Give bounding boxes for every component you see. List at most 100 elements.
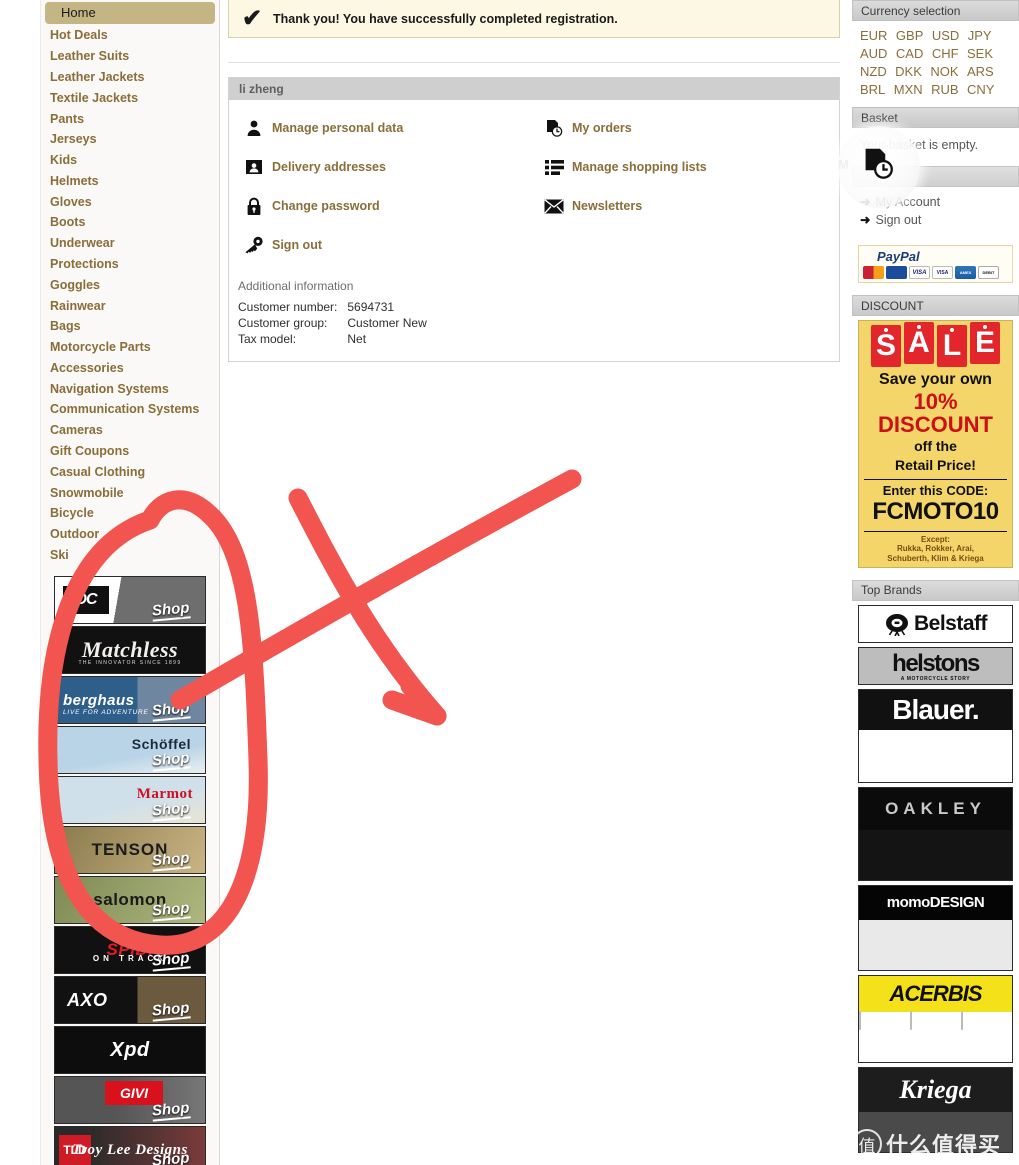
link-change-password[interactable]: Change password — [243, 196, 543, 216]
currency-option-sek[interactable]: SEK — [967, 45, 993, 62]
link-label: Sign out — [875, 213, 922, 227]
brand-card-blauer[interactable]: Blauer. — [858, 688, 1013, 783]
sidebar-item-kids[interactable]: Kids — [41, 150, 219, 171]
brand-card-acerbis[interactable]: ACERBIS — [858, 974, 1013, 1063]
discount-banner[interactable]: S A L E Save your own 10% DISCOUNT off t… — [858, 320, 1013, 568]
sidebar-item-communication-systems[interactable]: Communication Systems — [41, 399, 219, 420]
currency-option-gbp[interactable]: GBP — [896, 27, 923, 44]
currency-option-dkk[interactable]: DKK — [895, 63, 922, 80]
brand-card-helstons[interactable]: helstons A MOTORCYCLE STORY — [858, 646, 1013, 685]
berghaus-tagline: LIVE FOR ADVENTURE — [63, 709, 149, 717]
sidebar-item-helmets[interactable]: Helmets — [41, 170, 219, 191]
dc-logo: DC — [63, 586, 109, 615]
sidebar-item-navigation-systems[interactable]: Navigation Systems — [41, 378, 219, 399]
currency-option-cny[interactable]: CNY — [967, 81, 994, 98]
sidebar-item-snowmobile[interactable]: Snowmobile — [41, 482, 219, 503]
discount-except-line-2: Schuberth, Klim & Kriega — [887, 553, 984, 563]
address-card-icon — [243, 157, 265, 177]
link-label: Manage shopping lists — [572, 160, 707, 174]
link-delivery-addresses[interactable]: Delivery addresses — [243, 157, 543, 177]
currency-option-jpy[interactable]: JPY — [968, 27, 992, 44]
sidebar-item-gloves[interactable]: Gloves — [41, 191, 219, 212]
sidebar-item-bicycle[interactable]: Bicycle — [41, 503, 219, 524]
sidebar-item-rainwear[interactable]: Rainwear — [41, 295, 219, 316]
discount-code: FCMOTO10 — [872, 497, 999, 525]
sidebar-item-gift-coupons[interactable]: Gift Coupons — [41, 441, 219, 462]
brand-banner-salomon[interactable]: salomon Shop — [54, 876, 206, 925]
currency-option-eur[interactable]: EUR — [860, 27, 887, 44]
bag-photo — [910, 1112, 961, 1152]
brand-banner-marmot[interactable]: Marmot Shop — [54, 776, 206, 825]
sidebar-item-bags[interactable]: Bags — [41, 316, 219, 337]
matchless-logo: Matchless — [81, 637, 179, 663]
sidebar-brand-banners: DC Shop Matchless THE INNOVATOR SINCE 18… — [41, 576, 219, 1165]
sidebar-item-leather-jackets[interactable]: Leather Jackets — [41, 67, 219, 88]
table-row: Customer number: 5694731 — [238, 299, 427, 315]
row-value: Customer New — [347, 316, 427, 330]
link-my-orders[interactable]: My orders — [543, 118, 839, 138]
currency-option-rub[interactable]: RUB — [931, 81, 958, 98]
helmet-photo — [936, 730, 1013, 782]
currency-option-brl[interactable]: BRL — [860, 81, 885, 98]
currency-option-chf[interactable]: CHF — [932, 45, 959, 62]
sidebar-item-outdoor[interactable]: Outdoor — [41, 524, 219, 545]
brand-card-momodesign[interactable]: momoDESIGN — [858, 884, 1013, 971]
key-icon — [243, 235, 265, 255]
currency-option-nzd[interactable]: NZD — [860, 63, 887, 80]
sidebar-item-pants[interactable]: Pants — [41, 108, 219, 129]
brand-banner-givi[interactable]: GIVI Shop — [54, 1076, 206, 1125]
right-link-sign-out[interactable]: ➜ Sign out — [860, 211, 1011, 229]
link-newsletters[interactable]: Newsletters — [543, 196, 839, 216]
sidebar-item-ski[interactable]: Ski — [41, 545, 219, 566]
brand-banner-schoffel[interactable]: Schöffel Shop — [54, 726, 206, 775]
sidebar-item-cameras[interactable]: Cameras — [41, 420, 219, 441]
sidebar-item-motorcycle-parts[interactable]: Motorcycle Parts — [41, 337, 219, 358]
sidebar-item-goggles[interactable]: Goggles — [41, 274, 219, 295]
brand-banner-troy-lee-designs[interactable]: TLD Troy Lee Designs Shop — [54, 1126, 206, 1165]
body-armor-photo — [910, 1010, 961, 1062]
brand-banner-matchless[interactable]: Matchless THE INNOVATOR SINCE 1899 — [54, 626, 206, 675]
sidebar-item-casual-clothing[interactable]: Casual Clothing — [41, 461, 219, 482]
brand-banner-tenson[interactable]: TENSON Shop — [54, 826, 206, 875]
left-sidebar: Home Hot Deals Leather Suits Leather Jac… — [40, 0, 220, 1165]
bag-photo — [961, 1112, 1012, 1152]
arrow-right-icon: ➜ — [860, 195, 871, 209]
right-link-my-account[interactable]: ➜ My Account — [860, 193, 1011, 211]
currency-option-aud[interactable]: AUD — [860, 45, 887, 62]
sidebar-item-protections[interactable]: Protections — [41, 254, 219, 275]
brand-card-kriega[interactable]: Kriega — [858, 1066, 1013, 1153]
brand-card-oakley[interactable]: OAKLEY — [858, 786, 1013, 881]
sale-letters: S A L E — [862, 322, 1009, 367]
link-manage-personal-data[interactable]: Manage personal data — [243, 118, 543, 138]
link-sign-out[interactable]: Sign out — [243, 235, 543, 255]
brand-banner-axo[interactable]: AXO Shop — [54, 976, 206, 1025]
banner-shop-label: Shop — [150, 699, 190, 722]
row-value: 5694731 — [347, 300, 395, 314]
currency-option-nok[interactable]: NOK — [930, 63, 958, 80]
sidebar-item-leather-suits[interactable]: Leather Suits — [41, 46, 219, 67]
body-armor-photo — [859, 1010, 910, 1062]
brand-banner-spidi[interactable]: SPIDI ON TRACK Shop — [54, 926, 206, 975]
brand-banner-xpd[interactable]: Xpd — [54, 1026, 206, 1075]
sidebar-item-accessories[interactable]: Accessories — [41, 358, 219, 379]
brand-card-belstaff[interactable]: Belstaff — [858, 604, 1013, 643]
currency-option-mxn[interactable]: MXN — [894, 81, 923, 98]
currency-option-cad[interactable]: CAD — [896, 45, 923, 62]
momodesign-product-photo — [859, 919, 1012, 970]
link-manage-shopping-lists[interactable]: Manage shopping lists — [543, 157, 839, 177]
brand-name: helstons — [892, 649, 980, 677]
sidebar-item-hot-deals[interactable]: Hot Deals — [41, 25, 219, 46]
brand-banner-dc[interactable]: DC Shop — [54, 576, 206, 625]
sidebar-item-jerseys[interactable]: Jerseys — [41, 129, 219, 150]
brand-banner-berghaus[interactable]: berghaus LIVE FOR ADVENTURE Shop — [54, 676, 206, 725]
sidebar-item-boots[interactable]: Boots — [41, 212, 219, 233]
lock-icon — [243, 196, 265, 216]
sidebar-item-underwear[interactable]: Underwear — [41, 233, 219, 254]
xpd-logo: Xpd — [110, 1038, 150, 1061]
account-links-grid: Manage personal data My orders Delivery … — [229, 118, 839, 255]
sidebar-item-home[interactable]: Home — [45, 2, 215, 24]
currency-option-usd[interactable]: USD — [932, 27, 959, 44]
currency-option-ars[interactable]: ARS — [967, 63, 994, 80]
sidebar-item-textile-jackets[interactable]: Textile Jackets — [41, 87, 219, 108]
basket-section-title: Basket — [852, 107, 1019, 128]
